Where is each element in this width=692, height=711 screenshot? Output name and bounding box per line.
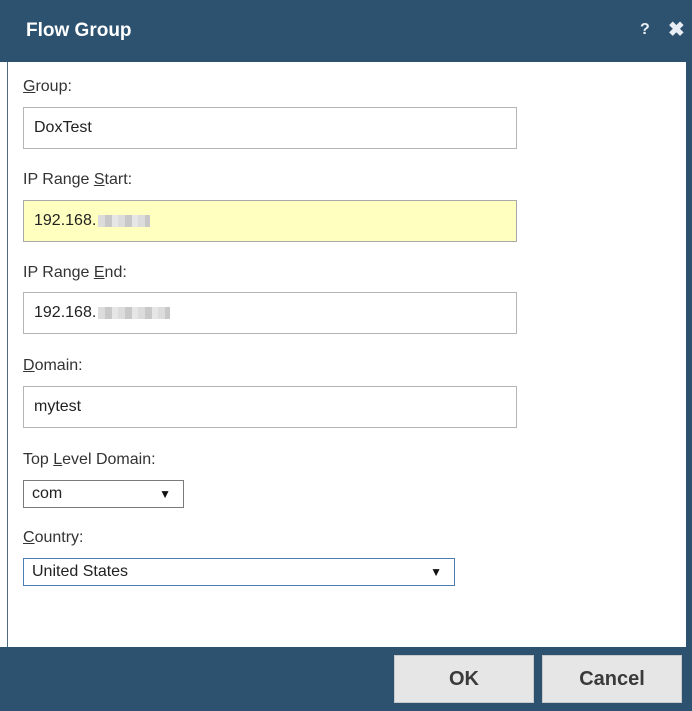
tld-label-accel: L — [53, 451, 63, 468]
country-select[interactable]: United States ▼ — [23, 558, 455, 586]
group-input[interactable]: DoxTest — [23, 107, 517, 149]
domain-label-rest: omain: — [34, 357, 83, 374]
ip-start-label-rest: tart: — [104, 171, 133, 188]
domain-input[interactable]: mytest — [23, 386, 517, 428]
domain-label: Domain: — [23, 357, 83, 375]
dialog-titlebar[interactable]: Flow Group ? ✖ — [0, 0, 692, 62]
ip-end-redacted-octets — [98, 306, 171, 319]
tld-label-prefix: Top — [23, 451, 54, 468]
ip-end-input[interactable]: 192.168. — [23, 292, 517, 334]
ip-start-label: IP Range Start: — [23, 171, 132, 189]
tld-label-rest: evel Domain: — [62, 451, 156, 468]
ip-end-label: IP Range End: — [23, 264, 127, 282]
group-label-accel: G — [23, 78, 36, 95]
dialog-left-edge — [0, 62, 7, 647]
ip-start-redacted-octets — [98, 214, 151, 227]
close-icon[interactable]: ✖ — [668, 17, 685, 42]
ip-start-label-prefix: IP Range — [23, 171, 94, 188]
ip-end-label-accel: E — [93, 264, 105, 281]
country-label: Country: — [23, 529, 83, 547]
flow-group-dialog: Flow Group ? ✖ Group: DoxTest IP Range S… — [0, 0, 692, 711]
ok-button[interactable]: OK — [394, 655, 534, 703]
ip-start-value: 192.168. — [34, 212, 97, 229]
country-selected-value: United States — [32, 563, 129, 580]
ip-start-label-accel: S — [93, 171, 105, 188]
dialog-right-edge — [686, 62, 692, 647]
tld-label: Top Level Domain: — [23, 451, 156, 469]
cancel-button[interactable]: Cancel — [542, 655, 682, 703]
group-label-rest: roup: — [35, 78, 72, 95]
tld-selected-value: com — [32, 485, 63, 502]
ip-end-value: 192.168. — [34, 304, 97, 321]
tld-select[interactable]: com ▼ — [23, 480, 184, 508]
country-label-rest: ountry: — [34, 529, 84, 546]
group-value: DoxTest — [34, 119, 92, 136]
ip-end-label-rest: nd: — [104, 264, 127, 281]
domain-value: mytest — [34, 398, 82, 415]
group-label: Group: — [23, 78, 72, 96]
chevron-down-icon: ▼ — [430, 565, 442, 579]
domain-label-accel: D — [23, 357, 35, 374]
ip-end-label-prefix: IP Range — [23, 264, 94, 281]
dialog-title: Flow Group — [26, 20, 132, 41]
help-icon[interactable]: ? — [640, 21, 650, 39]
chevron-down-icon: ▼ — [159, 487, 171, 501]
country-label-accel: C — [23, 529, 35, 546]
ip-start-input[interactable]: 192.168. — [23, 200, 517, 242]
